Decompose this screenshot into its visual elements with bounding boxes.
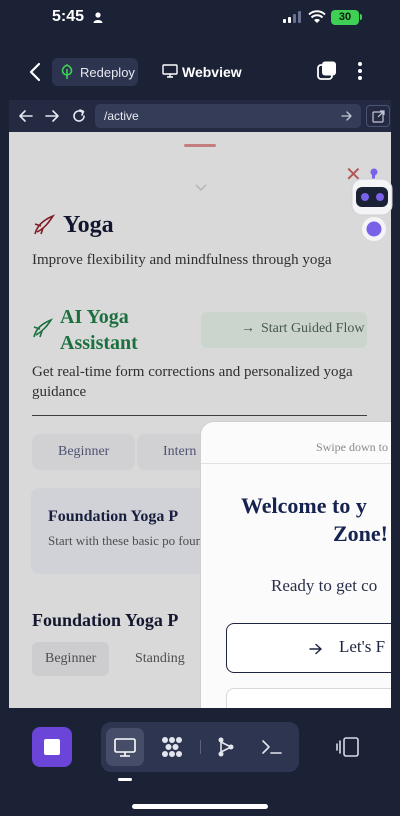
url-field[interactable]: /active	[95, 104, 361, 128]
stop-button[interactable]	[32, 727, 72, 767]
back-icon[interactable]	[26, 60, 46, 84]
leaf-icon	[61, 64, 73, 79]
view-switcher	[101, 722, 299, 772]
arrow-right-icon	[309, 643, 322, 655]
url-text: /active	[104, 109, 139, 123]
person-icon	[93, 12, 103, 23]
welcome-title-line2: Zone!	[333, 521, 388, 546]
graph-icon	[218, 737, 234, 757]
welcome-sheet: Swipe down to Welcome to y Zone! Ready t…	[200, 421, 391, 708]
external-link-icon	[372, 110, 385, 123]
grid-view-button[interactable]	[153, 728, 191, 766]
battery-indicator: 30	[331, 10, 359, 25]
app-header: Redeploy Webview	[0, 44, 400, 100]
status-time: 5:45	[52, 8, 85, 25]
stop-icon	[44, 739, 60, 755]
active-indicator	[118, 778, 132, 781]
external-link-button[interactable]	[366, 105, 390, 127]
redeploy-label: Redeploy	[80, 65, 135, 80]
webview-label: Webview	[182, 64, 242, 80]
home-indicator[interactable]	[132, 804, 268, 809]
ready-text: Ready to get co	[271, 576, 378, 595]
reload-icon[interactable]	[71, 108, 87, 124]
browser-toolbar: /active	[9, 100, 391, 132]
copy-icon[interactable]	[316, 60, 338, 82]
monitor-icon	[162, 64, 178, 78]
graph-view-button[interactable]	[207, 728, 245, 766]
bottom-bar	[0, 708, 400, 816]
terminal-icon	[262, 740, 282, 754]
monitor-view-button[interactable]	[106, 728, 144, 766]
go-arrow-icon[interactable]	[341, 110, 353, 122]
forward-arrow-icon[interactable]	[44, 108, 60, 124]
more-icon[interactable]	[352, 60, 368, 82]
signal-icon	[283, 11, 301, 23]
split-view-icon[interactable]	[336, 736, 362, 758]
terminal-view-button[interactable]	[253, 728, 291, 766]
status-bar: 5:45 30	[0, 0, 400, 44]
swipe-hint: Swipe down to	[316, 440, 388, 454]
lets-start-button[interactable]: Let's F	[226, 623, 391, 673]
secondary-button[interactable]	[226, 688, 391, 708]
welcome-title-line1: Welcome to y	[241, 493, 367, 518]
battery-tip	[360, 14, 362, 20]
grid-icon	[162, 737, 182, 757]
lets-start-label: Let's F	[339, 637, 386, 656]
monitor-icon	[114, 738, 136, 757]
wifi-icon	[308, 10, 326, 23]
redeploy-button[interactable]: Redeploy	[52, 58, 138, 86]
segment-divider	[200, 740, 201, 754]
robot-assistant-icon[interactable]	[351, 166, 393, 244]
sheet-divider	[201, 463, 391, 464]
back-arrow-icon[interactable]	[18, 108, 34, 124]
